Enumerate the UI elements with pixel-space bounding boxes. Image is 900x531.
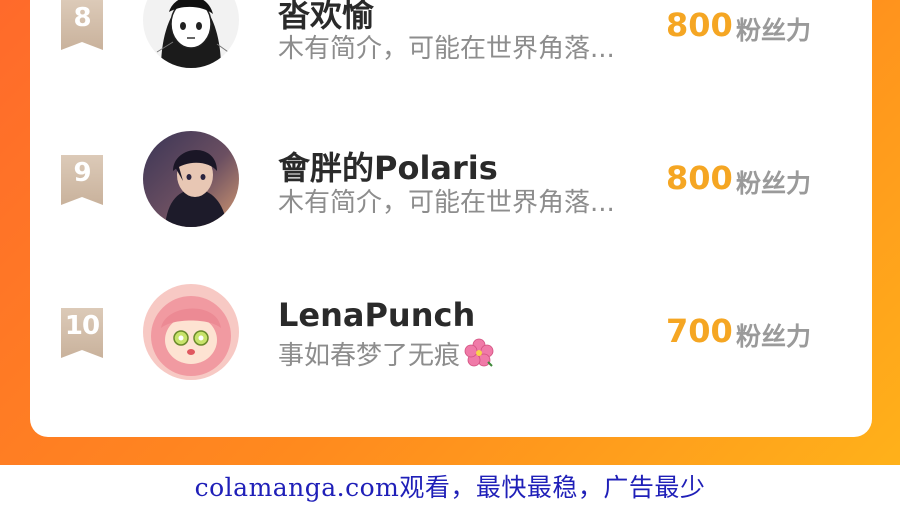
fans-value: 800 <box>666 159 733 197</box>
ranking-background: 8 沓欢愉 木有简介，可能在世界角落... 800 粉丝力 9 會胖的Polar… <box>0 0 900 465</box>
user-name[interactable]: LenaPunch <box>278 296 475 334</box>
rank-number: 9 <box>73 158 91 188</box>
anime-boy-avatar[interactable] <box>143 131 239 227</box>
ranking-row-10[interactable]: 10 LenaPunch 事如春梦了无痕 700 粉丝力 <box>30 276 872 396</box>
ranking-row-8[interactable]: 8 沓欢愉 木有简介，可能在世界角落... 800 粉丝力 <box>30 0 872 90</box>
hibiscus-flower-icon <box>464 338 494 375</box>
fans-value: 700 <box>666 312 733 350</box>
anime-pink-hair-avatar[interactable] <box>143 284 239 380</box>
rank-badge: 8 <box>61 0 103 50</box>
user-bio: 木有简介，可能在世界角落... <box>278 34 615 64</box>
rank-number: 10 <box>64 311 100 341</box>
ranking-row-9[interactable]: 9 會胖的Polaris 木有简介，可能在世界角落... 800 粉丝力 <box>30 123 872 243</box>
fans-label: 粉丝力 <box>736 16 812 45</box>
manga-girl-avatar[interactable] <box>143 0 239 68</box>
rank-badge: 9 <box>61 155 103 205</box>
fans-label: 粉丝力 <box>736 322 812 351</box>
user-bio: 木有简介，可能在世界角落... <box>278 188 615 218</box>
fans-label: 粉丝力 <box>736 169 812 198</box>
user-bio-text: 事如春梦了无痕 <box>278 341 461 371</box>
user-bio: 事如春梦了无痕 <box>278 335 494 375</box>
site-watermark: colamanga.com观看，最快最稳，广告最少 <box>0 465 900 531</box>
rank-number: 8 <box>73 3 91 33</box>
fans-ranking-card: 8 沓欢愉 木有简介，可能在世界角落... 800 粉丝力 9 會胖的Polar… <box>30 0 872 437</box>
rank-badge: 10 <box>61 308 103 358</box>
fans-value: 800 <box>666 6 733 44</box>
watermark-text: colamanga.com观看，最快最稳，广告最少 <box>194 473 706 502</box>
